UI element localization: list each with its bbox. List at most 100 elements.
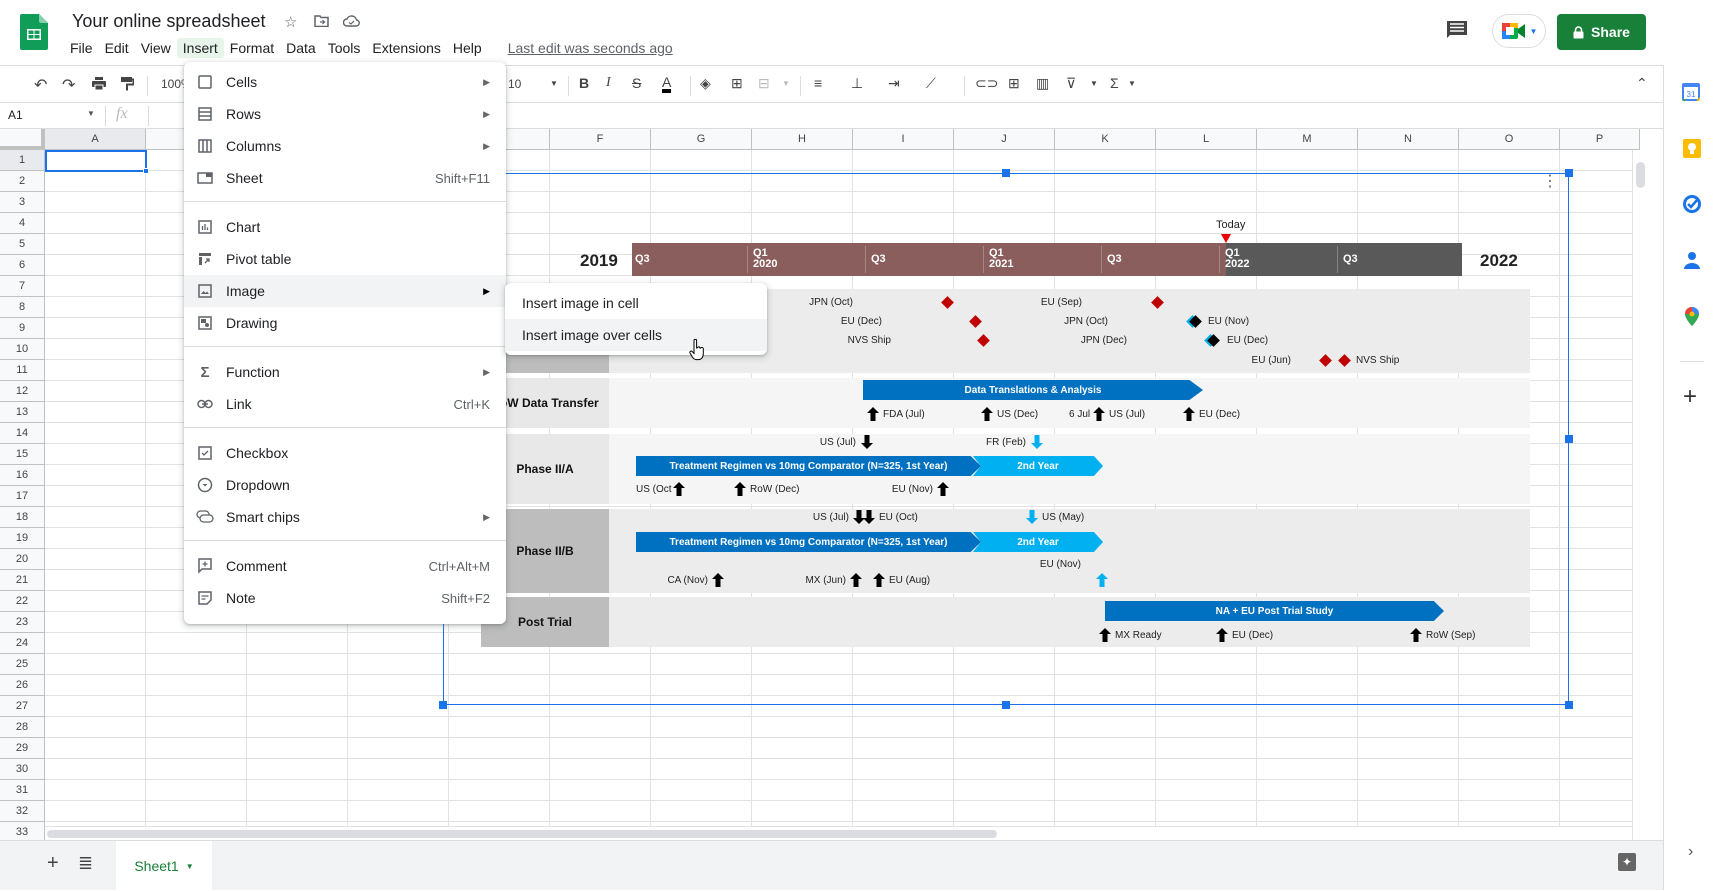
column-header-h[interactable]: H (752, 129, 853, 150)
meet-button[interactable]: ▼ (1492, 14, 1546, 48)
menu-view[interactable]: View (135, 38, 177, 58)
row-header-5[interactable]: 5 (0, 234, 45, 255)
row-header-25[interactable]: 25 (0, 654, 45, 675)
menu-extensions[interactable]: Extensions (366, 38, 446, 58)
insert-comment-icon[interactable]: ⊞ (1008, 75, 1020, 92)
menu-link[interactable]: Link Ctrl+K (184, 388, 506, 420)
calendar-icon[interactable]: 31 (1682, 83, 1700, 101)
vertical-scrollbar[interactable] (1632, 150, 1648, 840)
keep-icon[interactable] (1683, 139, 1701, 158)
row-header-26[interactable]: 26 (0, 675, 45, 696)
sheet-tab-dropdown-icon[interactable]: ▼ (186, 862, 194, 871)
borders-icon[interactable]: ⊞ (731, 75, 743, 92)
row-header-20[interactable]: 20 (0, 549, 45, 570)
functions-icon[interactable]: Σ (1110, 75, 1119, 91)
bold-icon[interactable]: B (579, 75, 589, 91)
row-header-11[interactable]: 11 (0, 360, 45, 381)
menu-help[interactable]: Help (447, 38, 488, 58)
column-header-a[interactable]: A (45, 129, 146, 150)
row-header-24[interactable]: 24 (0, 633, 45, 654)
menu-insert-image-in-cell[interactable]: Insert image in cell (505, 287, 767, 319)
horizontal-align-icon[interactable]: ≡ (814, 75, 822, 91)
menu-note[interactable]: Note Shift+F2 (184, 582, 506, 614)
row-header-6[interactable]: 6 (0, 255, 45, 276)
menu-image[interactable]: Image ▶ (184, 275, 506, 307)
selected-cell-a1[interactable] (45, 150, 149, 174)
functions-dropdown-icon[interactable]: ▼ (1128, 79, 1136, 88)
name-box-dropdown-icon[interactable]: ▼ (87, 109, 95, 118)
collapse-toolbar-icon[interactable]: ⌃ (1636, 75, 1648, 92)
column-header-n[interactable]: N (1358, 129, 1459, 150)
row-header-30[interactable]: 30 (0, 759, 45, 780)
row-header-27[interactable]: 27 (0, 696, 45, 717)
horizontal-scroll-thumb[interactable] (47, 830, 997, 838)
column-header-o[interactable]: O (1459, 129, 1560, 150)
merge-dropdown-icon[interactable]: ▼ (782, 79, 790, 88)
row-header-10[interactable]: 10 (0, 339, 45, 360)
row-header-9[interactable]: 9 (0, 318, 45, 339)
text-color-icon[interactable]: A (662, 75, 672, 93)
row-header-33[interactable]: 33 (0, 822, 45, 840)
menu-sheet[interactable]: Sheet Shift+F11 (184, 162, 506, 194)
fill-handle[interactable] (143, 168, 149, 174)
move-folder-icon[interactable] (314, 14, 329, 27)
menu-columns[interactable]: Columns ▶ (184, 130, 506, 162)
menu-cells[interactable]: Cells ▶ (184, 66, 506, 98)
menu-smart-chips[interactable]: Smart chips ▶ (184, 501, 506, 533)
comments-icon[interactable] (1446, 20, 1468, 40)
column-header-f[interactable]: F (550, 129, 651, 150)
add-sheet-icon[interactable]: + (47, 852, 59, 875)
last-edit-link[interactable]: Last edit was seconds ago (502, 38, 679, 58)
menu-comment[interactable]: Comment Ctrl+Alt+M (184, 550, 506, 582)
tasks-icon[interactable] (1683, 195, 1701, 213)
row-header-1[interactable]: 1 (0, 150, 45, 171)
menu-edit[interactable]: Edit (99, 38, 135, 58)
menu-data[interactable]: Data (280, 38, 322, 58)
filter-icon[interactable]: ⊽ (1066, 75, 1076, 92)
row-header-18[interactable]: 18 (0, 507, 45, 528)
name-box[interactable]: A1 (8, 108, 23, 122)
row-header-31[interactable]: 31 (0, 780, 45, 801)
menu-format[interactable]: Format (224, 38, 280, 58)
row-header-22[interactable]: 22 (0, 591, 45, 612)
row-header-2[interactable]: 2 (0, 171, 45, 192)
menu-rows[interactable]: Rows ▶ (184, 98, 506, 130)
column-header-g[interactable]: G (651, 129, 752, 150)
merge-cells-icon[interactable]: ⊟ (758, 75, 770, 92)
row-header-15[interactable]: 15 (0, 444, 45, 465)
font-size-select[interactable]: 10 (508, 77, 521, 91)
italic-icon[interactable]: I (606, 75, 611, 91)
font-size-dropdown-icon[interactable]: ▼ (550, 79, 558, 88)
explore-icon[interactable]: ✦ (1618, 853, 1636, 871)
add-addon-icon[interactable]: + (1683, 385, 1697, 409)
column-header-m[interactable]: M (1257, 129, 1358, 150)
row-header-3[interactable]: 3 (0, 192, 45, 213)
row-header-8[interactable]: 8 (0, 297, 45, 318)
row-header-32[interactable]: 32 (0, 801, 45, 822)
vertical-align-icon[interactable]: ⊥ (851, 75, 863, 92)
menu-function[interactable]: Σ Function ▶ (184, 356, 506, 388)
all-sheets-icon[interactable]: ≣ (78, 853, 93, 874)
print-icon[interactable] (91, 76, 107, 91)
row-header-14[interactable]: 14 (0, 423, 45, 444)
row-header-7[interactable]: 7 (0, 276, 45, 297)
row-header-28[interactable]: 28 (0, 717, 45, 738)
column-header-j[interactable]: J (954, 129, 1055, 150)
row-header-12[interactable]: 12 (0, 381, 45, 402)
column-header-p[interactable]: P (1560, 129, 1640, 150)
row-header-16[interactable]: 16 (0, 465, 45, 486)
row-header-29[interactable]: 29 (0, 738, 45, 759)
menu-file[interactable]: File (64, 38, 99, 58)
menu-checkbox[interactable]: Checkbox (184, 437, 506, 469)
menu-insert[interactable]: Insert (176, 38, 224, 58)
menu-tools[interactable]: Tools (322, 38, 367, 58)
cloud-status-icon[interactable] (343, 14, 360, 27)
sheets-logo[interactable] (20, 14, 48, 50)
row-header-4[interactable]: 4 (0, 213, 45, 234)
star-icon[interactable]: ☆ (284, 13, 297, 31)
menu-pivot-table[interactable]: Pivot table (184, 243, 506, 275)
menu-chart[interactable]: Chart (184, 211, 506, 243)
insert-link-icon[interactable]: ⊂⊃ (975, 75, 998, 92)
maps-icon[interactable] (1685, 307, 1699, 326)
undo-icon[interactable]: ↶ (34, 75, 47, 95)
